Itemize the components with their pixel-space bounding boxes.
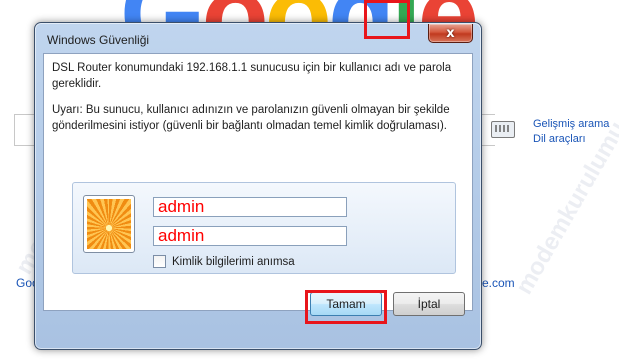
search-side-links: Gelişmiş arama Dil araçları bbox=[533, 117, 609, 147]
keyboard-icon[interactable] bbox=[491, 121, 515, 138]
user-avatar bbox=[83, 195, 135, 253]
flower-icon bbox=[87, 199, 131, 249]
remember-checkbox[interactable] bbox=[153, 255, 166, 268]
top-highlight bbox=[364, 0, 410, 39]
background-link-right[interactable]: e.com bbox=[482, 276, 515, 290]
username-field[interactable] bbox=[153, 197, 347, 217]
remember-label: Kimlik bilgilerimi anımsa bbox=[172, 255, 295, 268]
watermark: modemkurulumu.com bbox=[510, 68, 619, 300]
close-icon: x bbox=[446, 25, 455, 41]
cancel-button[interactable]: İptal bbox=[393, 292, 465, 316]
dialog-message: DSL Router konumundaki 192.168.1.1 sunuc… bbox=[52, 60, 452, 144]
close-button[interactable]: x bbox=[428, 24, 473, 43]
credential-box: Kimlik bilgilerimi anımsa bbox=[72, 182, 456, 274]
password-field[interactable] bbox=[153, 226, 347, 246]
security-warning-text: Uyarı: Bu sunucu, kullanıcı adınızın ve … bbox=[52, 104, 450, 132]
remember-credentials-row[interactable]: Kimlik bilgilerimi anımsa bbox=[153, 255, 295, 268]
language-tools-link[interactable]: Dil araçları bbox=[533, 132, 609, 147]
windows-security-dialog: Windows Güvenliği x DSL Router konumunda… bbox=[34, 22, 482, 350]
auth-request-text: DSL Router konumundaki 192.168.1.1 sunuc… bbox=[52, 62, 452, 90]
ok-button-highlight bbox=[305, 290, 387, 324]
dialog-content-panel: DSL Router konumundaki 192.168.1.1 sunuc… bbox=[43, 53, 473, 311]
advanced-search-link[interactable]: Gelişmiş arama bbox=[533, 117, 609, 132]
dialog-title: Windows Güvenliği bbox=[47, 33, 150, 47]
